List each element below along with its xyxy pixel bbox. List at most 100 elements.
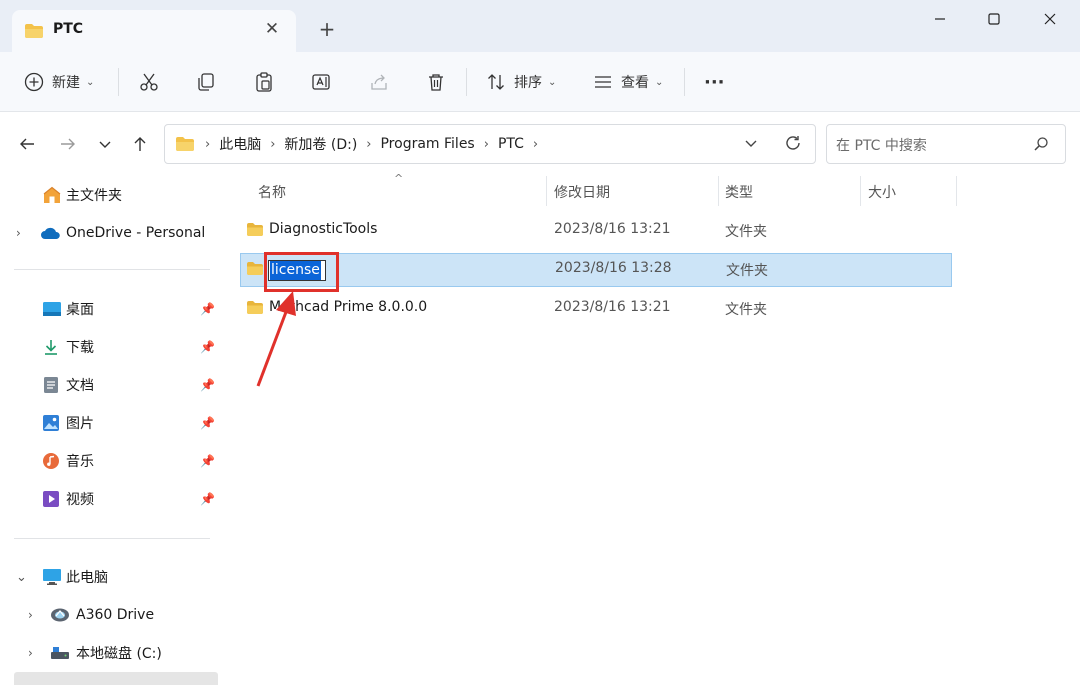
breadcrumb-item-ptc[interactable]: PTC	[498, 136, 524, 152]
file-row-mathcad-prime[interactable]: Mathcad Prime 8.0.0.0 2023/8/16 13:21 文件…	[240, 292, 952, 326]
column-divider[interactable]	[546, 176, 547, 206]
sidebar-item-downloads[interactable]: 下载 📌	[0, 330, 222, 364]
pin-icon[interactable]: 📌	[200, 378, 215, 392]
search-box[interactable]: 在 PTC 中搜索	[826, 124, 1066, 164]
sidebar-item-label: 文档	[66, 378, 94, 394]
sidebar-item-music[interactable]: 音乐 📌	[0, 444, 222, 478]
share-button[interactable]	[368, 66, 390, 98]
breadcrumb-item-this-pc[interactable]: 此电脑	[219, 134, 261, 154]
refresh-button[interactable]	[784, 134, 802, 156]
column-divider[interactable]	[956, 176, 957, 206]
view-icon	[595, 76, 611, 88]
chevron-right-icon: ›	[483, 136, 489, 152]
breadcrumb-item-d-drive[interactable]: 新加卷 (D:)	[284, 134, 357, 154]
new-tab-button[interactable]: +	[316, 18, 338, 40]
chevron-right-icon[interactable]: ›	[28, 646, 33, 660]
new-button[interactable]: 新建 ⌄	[24, 66, 94, 98]
sidebar-divider	[14, 538, 210, 539]
sidebar-item-pictures[interactable]: 图片 📌	[0, 406, 222, 440]
address-bar[interactable]: › 此电脑 › 新加卷 (D:) › Program Files › PTC ›	[164, 124, 816, 164]
music-icon	[42, 452, 60, 470]
sidebar-item-label: 本地磁盘 (C:)	[76, 646, 162, 662]
sidebar-item-label: OneDrive - Personal	[66, 225, 206, 241]
copy-icon	[198, 73, 214, 91]
file-date-modified: 2023/8/16 13:21	[554, 221, 671, 237]
folder-icon	[246, 261, 264, 280]
cut-button[interactable]	[138, 66, 160, 98]
sidebar-item-local-disk-c[interactable]: › 本地磁盘 (C:)	[0, 636, 222, 670]
sidebar-item-videos[interactable]: 视频 📌	[0, 482, 222, 516]
chevron-right-icon[interactable]: ›	[16, 226, 21, 240]
sidebar-item-home[interactable]: 主文件夹	[0, 178, 222, 212]
arrow-right-icon	[61, 138, 75, 150]
pin-icon[interactable]: 📌	[200, 416, 215, 430]
rename-button[interactable]	[310, 66, 332, 98]
chevron-down-icon[interactable]: ⌄	[16, 570, 27, 585]
pin-icon[interactable]: 📌	[200, 340, 215, 354]
up-button[interactable]	[127, 131, 153, 157]
pictures-icon	[42, 414, 60, 432]
forward-button[interactable]	[55, 131, 81, 157]
file-row-license[interactable]: license 2023/8/16 13:28 文件夹	[240, 253, 952, 287]
delete-button[interactable]	[425, 66, 447, 98]
tab-title: PTC	[53, 21, 84, 37]
copy-button[interactable]	[195, 66, 217, 98]
sidebar-item-label: 音乐	[66, 454, 94, 470]
sidebar-selected-item-edge[interactable]	[14, 672, 218, 685]
title-bar: PTC ✕ +	[0, 0, 1080, 52]
breadcrumb-item-program-files[interactable]: Program Files	[380, 136, 474, 152]
a360-drive-icon	[50, 607, 70, 623]
chevron-down-icon: ⌄	[86, 76, 95, 88]
file-name: DiagnosticTools	[269, 221, 378, 237]
refresh-icon	[786, 136, 800, 150]
chevron-right-icon[interactable]: ›	[533, 137, 538, 152]
video-icon	[42, 490, 60, 508]
column-header-name[interactable]: 名称	[258, 182, 286, 202]
pin-icon[interactable]: 📌	[200, 492, 215, 506]
sidebar-item-a360-drive[interactable]: › A360 Drive	[0, 598, 222, 632]
sidebar-item-label: 此电脑	[66, 570, 108, 586]
sidebar-item-label: 桌面	[66, 302, 94, 318]
sort-label: 排序	[514, 75, 542, 91]
recent-locations-button[interactable]	[92, 131, 118, 157]
computer-icon	[42, 568, 62, 586]
sidebar-item-desktop[interactable]: 桌面 📌	[0, 292, 222, 326]
column-header-date-modified[interactable]: 修改日期	[554, 182, 610, 202]
chevron-right-icon[interactable]: ›	[28, 608, 33, 622]
sort-button[interactable]: 排序 ⌄	[486, 66, 556, 98]
maximize-icon	[988, 13, 1000, 25]
paste-button[interactable]	[253, 66, 275, 98]
close-icon	[1044, 13, 1056, 25]
sidebar-item-onedrive[interactable]: › OneDrive - Personal	[0, 216, 222, 250]
sidebar-item-label: 视频	[66, 492, 94, 508]
column-divider[interactable]	[718, 176, 719, 206]
sort-icon	[488, 74, 504, 90]
toolbar-divider	[466, 68, 467, 96]
search-icon[interactable]	[1033, 136, 1049, 156]
minimize-icon	[935, 18, 945, 20]
address-history-button[interactable]	[743, 135, 759, 155]
maximize-button[interactable]	[974, 6, 1014, 32]
tab-ptc[interactable]: PTC ✕	[12, 10, 296, 52]
pin-icon[interactable]: 📌	[200, 454, 215, 468]
pin-icon[interactable]: 📌	[200, 302, 215, 316]
view-button[interactable]: 查看 ⌄	[593, 66, 663, 98]
download-icon	[42, 338, 60, 356]
minimize-button[interactable]	[920, 6, 960, 32]
sidebar-item-label: 下载	[66, 340, 94, 356]
column-header-type[interactable]: 类型	[725, 182, 753, 202]
column-divider[interactable]	[860, 176, 861, 206]
search-placeholder: 在 PTC 中搜索	[836, 138, 927, 154]
sidebar-item-documents[interactable]: 文档 📌	[0, 368, 222, 402]
back-button[interactable]	[14, 131, 40, 157]
arrow-left-icon	[20, 138, 34, 150]
column-header-size[interactable]: 大小	[868, 182, 896, 202]
file-type: 文件夹	[725, 224, 767, 240]
rename-icon	[312, 74, 330, 90]
file-row-diagnostictools[interactable]: DiagnosticTools 2023/8/16 13:21 文件夹	[240, 214, 952, 248]
close-window-button[interactable]	[1030, 6, 1070, 32]
navigation-bar: › 此电脑 › 新加卷 (D:) › Program Files › PTC ›…	[0, 112, 1080, 174]
more-options-button[interactable]: ···	[704, 66, 725, 98]
tab-close-icon[interactable]: ✕	[262, 19, 282, 39]
sidebar-item-this-pc[interactable]: ⌄ 此电脑	[0, 560, 222, 594]
